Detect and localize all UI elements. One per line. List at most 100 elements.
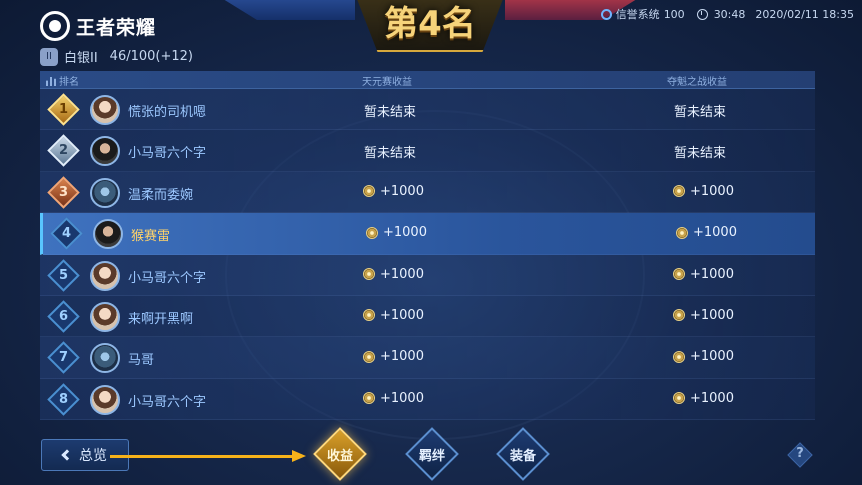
player-name[interactable]: 小马哥六个字 [128, 267, 206, 286]
avatar[interactable] [90, 343, 120, 374]
player-name[interactable]: 来啊开黑啊 [128, 308, 193, 327]
player-name[interactable]: 马哥 [128, 349, 154, 368]
tianyuan-earnings: +1000 [363, 391, 424, 406]
ranking-row[interactable]: 8 小马哥六个字 +1000 +1000 [40, 378, 815, 421]
tianyuan-earnings: +1000 [363, 184, 424, 199]
back-arrow-icon [61, 449, 73, 461]
date-time: 2020/02/11 18:35 [755, 7, 854, 21]
ranking-row[interactable]: 1 慌张的司机嗯 暂未结束 暂未结束 [40, 89, 815, 131]
rank-badge-icon: II [40, 47, 58, 66]
rank-number: 7 [58, 350, 69, 366]
ranking-row[interactable]: 6 来啊开黑啊 +1000 +1000 [40, 295, 815, 338]
tianyuan-value: 暂未结束 [364, 105, 417, 120]
duokui-value: +1000 [690, 349, 734, 365]
coin-icon [363, 392, 375, 405]
duokui-earnings: +1000 [673, 308, 734, 323]
tianyuan-value: +1000 [380, 266, 424, 282]
player-rank: II 白银II 46/100(+12) [40, 47, 193, 66]
coin-icon [363, 309, 375, 322]
tianyuan-earnings: +1000 [363, 267, 424, 282]
avatar[interactable] [90, 384, 120, 415]
overview-label: 总览 [79, 448, 107, 464]
help-icon: ? [796, 446, 804, 461]
rank-number: 1 [58, 102, 69, 117]
duokui-earnings: 暂未结束 [674, 142, 726, 161]
tianyuan-value: 暂未结束 [364, 146, 417, 162]
tab-earnings[interactable]: 收益 [313, 427, 367, 481]
duokui-earnings: +1000 [673, 391, 734, 406]
rank-column-header: 排名 [46, 73, 79, 88]
player-name[interactable]: 慌张的司机嗯 [128, 101, 206, 120]
ranking-row[interactable]: 3 温柔而委婉 +1000 +1000 [40, 171, 815, 214]
player-name[interactable]: 温柔而委婉 [128, 184, 193, 203]
status-bar: 信誉系统 100 30:48 2020/02/11 18:35 [600, 6, 854, 22]
placement-title: 第4名 [384, 4, 476, 44]
duokui-value: +1000 [690, 390, 734, 406]
tab-equipment-label: 装备 [509, 449, 536, 464]
duokui-value: 暂未结束 [674, 105, 727, 120]
ranking-row[interactable]: 7 马哥 +1000 +1000 [40, 337, 815, 379]
coin-icon [366, 226, 378, 239]
tianyuan-earnings: +1000 [363, 349, 424, 364]
coin-icon [363, 268, 375, 281]
rank-number: 2 [58, 143, 69, 159]
logo-text: 王者荣耀 [76, 16, 157, 39]
player-name[interactable]: 小马哥六个字 [128, 142, 206, 161]
tianyuan-value: +1000 [380, 183, 424, 199]
rank-number: 4 [61, 226, 72, 242]
duokui-value: +1000 [690, 307, 734, 323]
coin-icon [676, 226, 688, 239]
tianyuan-earnings: +1000 [366, 225, 427, 240]
coin-icon [673, 268, 685, 281]
avatar[interactable] [93, 219, 123, 250]
tianyuan-column-header: 天元赛收益 [362, 77, 412, 88]
tianyuan-earnings: 暂未结束 [364, 142, 416, 161]
tab-earnings-label: 收益 [326, 449, 353, 464]
duokui-value: +1000 [690, 266, 734, 282]
duokui-value: 暂未结束 [674, 146, 727, 162]
tab-equipment[interactable]: 装备 [496, 427, 550, 481]
duokui-earnings: +1000 [673, 349, 734, 364]
coin-icon [673, 309, 685, 322]
column-headers: 排名 天元赛收益 夺魁之战收益 [40, 71, 815, 89]
ranking-row[interactable]: 4 猴赛雷 +1000 +1000 [40, 213, 815, 255]
rank-number: 3 [58, 184, 69, 200]
duokui-earnings: +1000 [673, 267, 734, 282]
coin-icon [363, 350, 375, 363]
avatar[interactable] [90, 136, 120, 167]
player-name[interactable]: 小马哥六个字 [128, 391, 206, 410]
bar-chart-icon [46, 77, 56, 86]
rank-number: 6 [58, 308, 69, 324]
logo-icon [40, 11, 70, 41]
game-logo: 王者荣耀 [40, 11, 156, 41]
credit-label: 信誉系统 [615, 8, 660, 21]
credit-icon [600, 8, 612, 20]
annotation-arrow-head [292, 450, 306, 462]
tianyuan-value: +1000 [380, 349, 424, 365]
credit-value: 100 [663, 7, 685, 21]
duokui-value: +1000 [690, 183, 734, 199]
header: 王者荣耀 II 白银II 46/100(+12) 第4名 信誉系统 100 30… [0, 0, 862, 70]
tianyuan-value: +1000 [380, 390, 424, 406]
tab-bond-label: 羁绊 [418, 449, 445, 464]
ranking-row[interactable]: 5 小马哥六个字 +1000 +1000 [40, 254, 815, 296]
tianyuan-earnings: 暂未结束 [364, 101, 416, 120]
rank-number: 8 [58, 391, 69, 407]
avatar[interactable] [90, 260, 120, 291]
tianyuan-value: +1000 [383, 225, 427, 241]
tianyuan-value: +1000 [380, 307, 424, 323]
coin-icon [363, 185, 375, 198]
rank-name: 白银II [64, 51, 98, 66]
avatar[interactable] [90, 301, 120, 332]
clock-time: 30:48 [713, 7, 746, 21]
coin-icon [673, 350, 685, 363]
avatar[interactable] [90, 95, 120, 125]
tab-bond[interactable]: 羁绊 [405, 427, 459, 481]
placement-banner: 第4名 [215, 0, 645, 64]
player-name[interactable]: 猴赛雷 [131, 225, 170, 244]
help-button[interactable]: ? [787, 442, 813, 468]
ranking-row[interactable]: 2 小马哥六个字 暂未结束 暂未结束 [40, 130, 815, 172]
avatar[interactable] [90, 177, 120, 208]
annotation-arrow [110, 455, 298, 458]
duokui-earnings: +1000 [673, 184, 734, 199]
